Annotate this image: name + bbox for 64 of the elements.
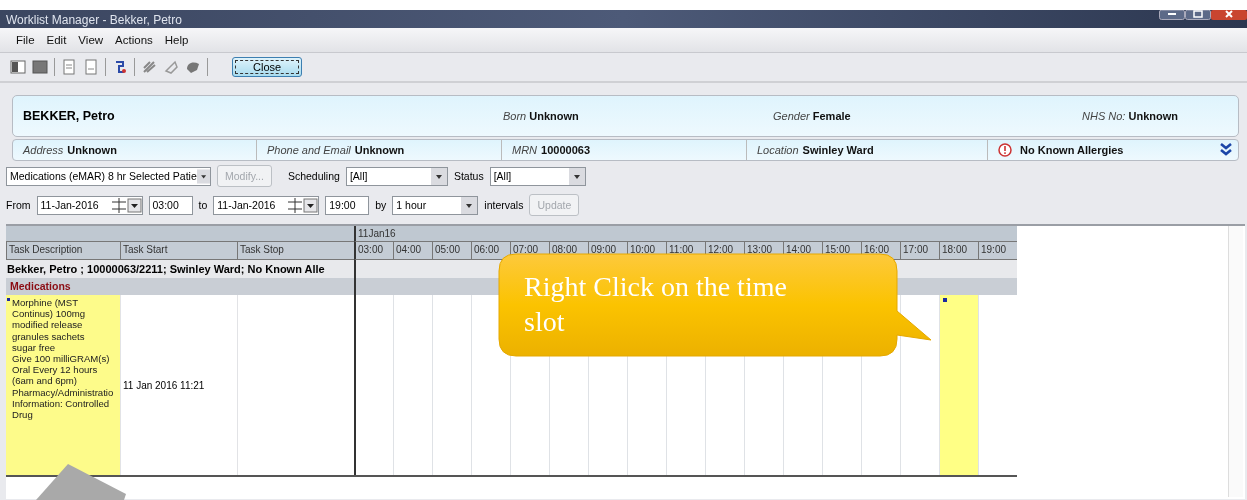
dropdown[interactable]: Medications (eMAR) 8 hr Selected Patie — [6, 166, 211, 186]
column-header: 06:00 — [471, 242, 510, 260]
table-cell: 11 Jan 2016 11:21 — [120, 295, 237, 475]
column-header: 11Jan16 — [354, 226, 1017, 242]
field-value: Unknown — [1128, 110, 1178, 122]
field-value: Swinley Ward — [802, 144, 874, 156]
date-field[interactable]: 11-Jan-2016 — [36, 195, 143, 215]
alert-icon — [998, 143, 1012, 157]
menu-item[interactable]: View — [72, 32, 110, 48]
field-label: intervals — [484, 199, 524, 211]
allergy-status: No Known Allergies — [1020, 144, 1124, 156]
section-header: Medications — [6, 278, 354, 295]
field-label: Gender — [773, 110, 810, 122]
date-spinner-icon[interactable] — [109, 197, 142, 213]
panel-icon[interactable] — [10, 59, 26, 75]
dropdown[interactable]: [All] — [345, 166, 448, 186]
column-header: Task Description — [6, 242, 120, 260]
field-label: Address — [23, 144, 64, 156]
menu-item[interactable]: File — [10, 32, 41, 48]
date-spinner-icon[interactable] — [286, 197, 319, 213]
time-field[interactable]: 03:00 — [148, 195, 193, 215]
field-label: From — [6, 199, 31, 211]
column-header: 05:00 — [432, 242, 471, 260]
field-label: NHS No: — [1082, 110, 1126, 122]
dropdown[interactable]: 1 hour — [392, 195, 479, 215]
maximize-icon[interactable] — [1185, 10, 1211, 20]
field-label: Status — [453, 170, 484, 182]
field-value: Female — [812, 110, 851, 122]
field-label: Scheduling — [287, 170, 340, 182]
field-value: Unknown — [529, 110, 579, 122]
field-value: Unknown — [354, 144, 405, 156]
minimize-icon[interactable] — [1159, 10, 1185, 20]
callout-text: Right Click on the time slot — [524, 270, 788, 339]
dropdown[interactable]: [All] — [489, 166, 586, 186]
close-button[interactable]: Close — [232, 57, 303, 77]
column-header: 17:00 — [900, 242, 939, 260]
scrollbar[interactable] — [1228, 226, 1243, 497]
pen-icon[interactable] — [141, 59, 157, 75]
date-field[interactable]: 11-Jan-2016 — [213, 195, 320, 215]
column-header: 18:00 — [939, 242, 978, 260]
field-value: 10000063 — [541, 144, 590, 156]
column-header: Task Start — [120, 242, 237, 260]
field-label: Location — [757, 144, 799, 156]
field-label: by — [375, 199, 387, 211]
field-label: to — [198, 199, 208, 211]
column-header: 19:00 — [978, 242, 1017, 260]
field-label: Phone and Email — [267, 144, 351, 156]
menu-item[interactable]: Edit — [40, 32, 73, 48]
task-description: Morphine (MST Continus) 100mg modified release granules sachets sugar free Give 100 milliGRAM(s) Oral Every 12 hours (6am and 6pm) Pharmacy/Administratio Information: Controlled Drug — [12, 297, 114, 421]
field-label: Born — [503, 110, 527, 122]
panel-icon[interactable] — [32, 59, 48, 75]
patient-row: Bekker, Petro ; 10000063/2211; Swinley Ward; No Known Alle — [6, 260, 354, 278]
time-field[interactable]: 19:00 — [325, 195, 370, 215]
expand-icon[interactable] — [1220, 143, 1232, 157]
column-header: 04:00 — [393, 242, 432, 260]
column-header: Task Stop — [237, 242, 354, 260]
patient-name: BEKKER, Petro — [23, 109, 116, 123]
close-icon[interactable] — [1211, 10, 1247, 20]
menu-item[interactable]: Help — [158, 32, 195, 48]
column-header: 03:00 — [354, 242, 393, 260]
field-value: Unknown — [67, 144, 117, 156]
menu-item[interactable]: Actions — [109, 32, 159, 48]
window-title: Worklist Manager - Bekker, Petro — [5, 12, 182, 29]
field-label: MRN — [512, 144, 538, 156]
